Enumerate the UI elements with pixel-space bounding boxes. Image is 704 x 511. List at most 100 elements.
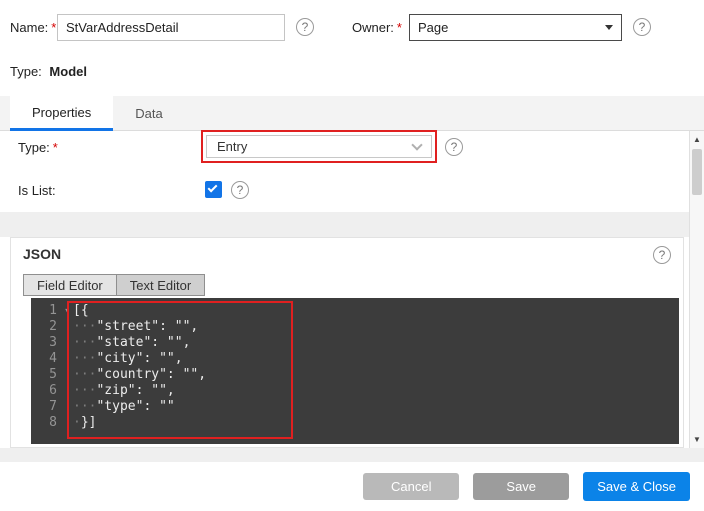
line-number: 3	[31, 335, 61, 351]
line-number: 4	[31, 351, 61, 367]
indent-dots: ···	[73, 399, 96, 415]
text-editor-button[interactable]: Text Editor	[116, 274, 205, 296]
tab-data-label: Data	[135, 106, 162, 121]
name-input[interactable]: StVarAddressDetail	[57, 14, 285, 41]
code-line: 3 ··· "state": "",	[31, 335, 679, 351]
save-button[interactable]: Save	[473, 473, 569, 500]
type-label-text: Type:	[10, 64, 42, 79]
code-line: 6 ··· "zip": "",	[31, 383, 679, 399]
footer: Cancel Save Save & Close	[0, 462, 704, 511]
json-panel-title: JSON	[23, 246, 61, 262]
fold-icon	[61, 367, 73, 383]
text-editor-button-label: Text Editor	[130, 278, 191, 293]
indent-dots: ···	[73, 367, 96, 383]
code-line: 7 ··· "type": ""	[31, 399, 679, 415]
scroll-up-glyph: ▲	[693, 135, 701, 144]
tab-strip: Properties Data	[0, 96, 704, 131]
field-editor-button[interactable]: Field Editor	[23, 274, 116, 296]
owner-required-asterisk: *	[397, 20, 402, 35]
cancel-button[interactable]: Cancel	[363, 473, 459, 500]
entry-type-label: Type:*	[18, 140, 58, 155]
is-list-help-icon[interactable]: ?	[231, 181, 249, 199]
code-line: 5 ··· "country": "",	[31, 367, 679, 383]
owner-select[interactable]: Page	[409, 14, 622, 41]
vertical-scrollbar[interactable]: ▲ ▼	[689, 131, 704, 448]
indent-dots: ···	[73, 351, 96, 367]
fold-icon	[61, 351, 73, 367]
footer-divider	[0, 448, 704, 462]
code-text: "zip": "",	[96, 383, 174, 399]
chevron-down-icon	[411, 139, 422, 150]
is-list-label: Is List:	[18, 183, 56, 198]
code-text: [{	[73, 303, 89, 319]
fold-icon	[61, 399, 73, 415]
code-line: 8 · }]	[31, 415, 679, 431]
editor-toggle-group: Field Editor Text Editor	[23, 274, 205, 296]
code-line: 2 ··· "street": "",	[31, 319, 679, 335]
indent-dots: ·	[73, 415, 81, 431]
code-text: "country": "",	[96, 367, 206, 383]
caret-down-icon	[605, 25, 613, 30]
fold-icon	[61, 319, 73, 335]
question-mark-icon: ?	[451, 140, 458, 154]
name-required-asterisk: *	[51, 20, 56, 35]
question-mark-icon: ?	[659, 248, 666, 262]
code-text: "type": ""	[96, 399, 174, 415]
section-divider	[0, 212, 704, 237]
fold-icon	[61, 415, 73, 431]
variable-type-row: Type: Model	[10, 64, 87, 79]
is-list-label-text: Is List:	[18, 183, 56, 198]
fold-icon	[61, 383, 73, 399]
indent-dots: ···	[73, 383, 96, 399]
owner-label: Owner:*	[352, 20, 402, 35]
name-input-value: StVarAddressDetail	[66, 20, 178, 35]
type-select-annotation: Entry	[201, 130, 437, 163]
entry-type-select[interactable]: Entry	[206, 135, 432, 158]
scroll-up-icon[interactable]: ▲	[690, 135, 704, 144]
line-number: 8	[31, 415, 61, 431]
line-number: 5	[31, 367, 61, 383]
entry-type-label-text: Type:	[18, 140, 50, 155]
variable-editor-dialog: Name:* StVarAddressDetail ? Owner:* Page…	[0, 0, 704, 511]
type-value-text: Model	[49, 64, 87, 79]
question-mark-icon: ?	[639, 20, 646, 34]
line-number: 2	[31, 319, 61, 335]
code-line: 4 ··· "city": "",	[31, 351, 679, 367]
entry-type-required-asterisk: *	[53, 140, 58, 155]
json-panel: JSON ? Field Editor Text Editor 1 ▾ [{ 2…	[10, 237, 684, 448]
owner-select-value: Page	[418, 20, 448, 35]
code-text: }]	[81, 415, 97, 431]
json-help-icon[interactable]: ?	[653, 246, 671, 264]
indent-dots: ···	[73, 319, 96, 335]
json-code-editor[interactable]: 1 ▾ [{ 2 ··· "street": "", 3 ··· "state"…	[31, 298, 679, 444]
entry-type-select-value: Entry	[217, 139, 247, 154]
line-number: 7	[31, 399, 61, 415]
fold-icon[interactable]: ▾	[61, 303, 73, 319]
entry-type-help-icon[interactable]: ?	[445, 138, 463, 156]
name-label: Name:*	[10, 20, 56, 35]
save-and-close-button[interactable]: Save & Close	[583, 472, 690, 501]
tab-data[interactable]: Data	[113, 96, 184, 131]
line-number: 6	[31, 383, 61, 399]
checkmark-icon	[208, 183, 218, 193]
code-line: 1 ▾ [{	[31, 303, 679, 319]
scroll-down-icon[interactable]: ▼	[690, 435, 704, 444]
field-editor-button-label: Field Editor	[37, 278, 103, 293]
indent-dots: ···	[73, 335, 96, 351]
question-mark-icon: ?	[302, 20, 309, 34]
scroll-down-glyph: ▼	[693, 435, 701, 444]
scrollbar-thumb[interactable]	[692, 149, 702, 195]
name-help-icon[interactable]: ?	[296, 18, 314, 36]
tab-properties-label: Properties	[32, 105, 91, 120]
code-text: "street": "",	[96, 319, 198, 335]
tab-properties[interactable]: Properties	[10, 96, 113, 131]
line-number: 1	[31, 303, 61, 319]
question-mark-icon: ?	[237, 183, 244, 197]
is-list-checkbox[interactable]	[205, 181, 222, 198]
code-text: "state": "",	[96, 335, 190, 351]
fold-icon	[61, 335, 73, 351]
owner-label-text: Owner:	[352, 20, 394, 35]
name-label-text: Name:	[10, 20, 48, 35]
owner-help-icon[interactable]: ?	[633, 18, 651, 36]
code-text: "city": "",	[96, 351, 182, 367]
